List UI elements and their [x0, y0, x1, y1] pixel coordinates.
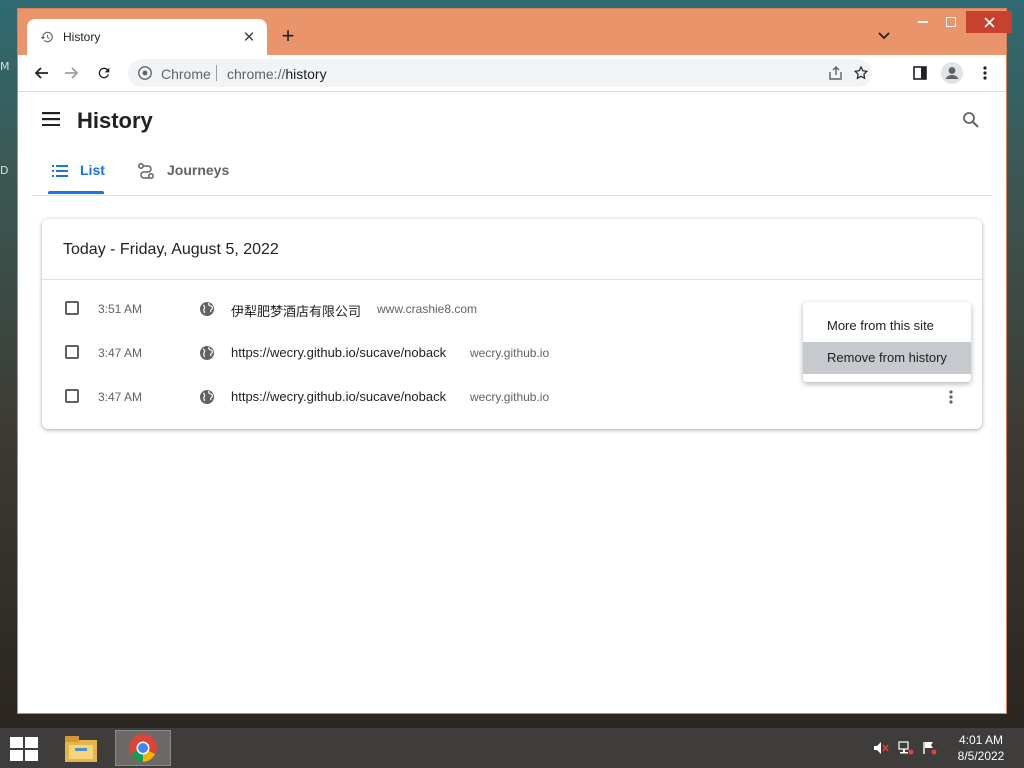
url-text: chrome://history: [227, 66, 327, 82]
tab-journeys[interactable]: Journeys: [134, 150, 234, 194]
history-favicon-icon: [39, 29, 55, 45]
tab-list[interactable]: List: [48, 150, 105, 194]
history-page: History List Journeys Today - Friday, Au…: [18, 91, 1006, 713]
tab-journeys-label: Journeys: [167, 162, 230, 178]
action-center-flag-icon[interactable]: [922, 740, 938, 756]
journeys-icon: [137, 162, 155, 185]
card-divider: [42, 279, 982, 280]
row-domain: wecry.github.io: [470, 346, 550, 360]
tab-strip: History ✕ +: [18, 9, 1012, 55]
clock-time: 4:01 AM: [958, 733, 1004, 747]
history-tabs: List Journeys: [18, 150, 1006, 196]
network-icon[interactable]: [898, 740, 914, 756]
star-icon[interactable]: [853, 65, 869, 86]
url-path: history: [285, 66, 327, 82]
reload-button[interactable]: [91, 60, 117, 86]
chrome-logo-icon: [138, 66, 152, 85]
row-context-menu: More from this site Remove from history: [803, 302, 971, 382]
back-button[interactable]: [28, 60, 54, 86]
file-explorer-icon[interactable]: [53, 730, 109, 766]
browser-tab-history[interactable]: History ✕: [27, 19, 267, 55]
tab-title: History: [63, 30, 101, 44]
page-title: History: [77, 108, 153, 133]
more-from-site-item[interactable]: More from this site: [803, 310, 971, 342]
browser-window: History ✕ + Chrome chrome://history Hist…: [17, 8, 1012, 714]
row-more-icon[interactable]: [941, 387, 961, 407]
site-label: Chrome: [161, 66, 211, 82]
list-icon: [52, 164, 68, 182]
close-tab-icon[interactable]: ✕: [239, 27, 259, 47]
row-checkbox[interactable]: [65, 345, 79, 359]
speaker-muted-icon[interactable]: [873, 740, 889, 756]
share-icon[interactable]: [828, 65, 844, 86]
row-domain: www.crashie8.com: [377, 302, 478, 316]
row-time: 3:47 AM: [98, 346, 143, 360]
omnibox-separator: [216, 65, 217, 81]
globe-icon: [199, 345, 215, 361]
search-icon[interactable]: [962, 111, 982, 131]
row-title[interactable]: https://wecry.github.io/sucave/noback: [231, 345, 446, 360]
tab-list-label: List: [80, 162, 105, 178]
row-title[interactable]: https://wecry.github.io/sucave/noback: [231, 389, 446, 404]
minimize-icon[interactable]: [908, 11, 938, 33]
taskbar: 4:01 AM 8/5/2022: [0, 728, 1024, 768]
profile-avatar-icon[interactable]: [939, 60, 965, 86]
maximize-icon[interactable]: [936, 11, 966, 33]
row-domain: wecry.github.io: [470, 390, 550, 404]
row-time: 3:47 AM: [98, 390, 143, 404]
tabs-divider: [32, 195, 992, 196]
side-panel-icon[interactable]: [907, 60, 933, 86]
windows-start-icon[interactable]: [10, 737, 38, 761]
row-checkbox[interactable]: [65, 389, 79, 403]
new-tab-button[interactable]: +: [276, 23, 300, 48]
browser-toolbar: Chrome chrome://history: [18, 55, 1006, 91]
active-tab-indicator: [48, 191, 104, 194]
desktop-glyph-d: D: [0, 164, 9, 177]
row-checkbox[interactable]: [65, 301, 79, 315]
row-title[interactable]: 伊犁肥梦酒店有限公司: [231, 301, 361, 320]
day-header: Today - Friday, August 5, 2022: [63, 241, 279, 258]
browser-menu-icon[interactable]: [972, 60, 998, 86]
row-time: 3:51 AM: [98, 302, 143, 316]
chevron-down-icon[interactable]: [873, 26, 895, 46]
hamburger-menu-icon[interactable]: [42, 112, 62, 130]
forward-button[interactable]: [59, 60, 85, 86]
globe-icon: [199, 389, 215, 405]
clock-date: 8/5/2022: [957, 749, 1005, 763]
window-close-button[interactable]: [966, 11, 1012, 33]
remove-from-history-item[interactable]: Remove from history: [803, 342, 971, 374]
desktop-glyph-m: M: [0, 60, 10, 73]
system-clock[interactable]: 4:01 AM 8/5/2022: [948, 732, 1014, 764]
globe-icon: [199, 301, 215, 317]
chrome-taskbar-icon[interactable]: [115, 730, 171, 766]
address-bar[interactable]: Chrome chrome://history: [128, 59, 872, 87]
url-scheme: chrome://: [227, 66, 286, 82]
